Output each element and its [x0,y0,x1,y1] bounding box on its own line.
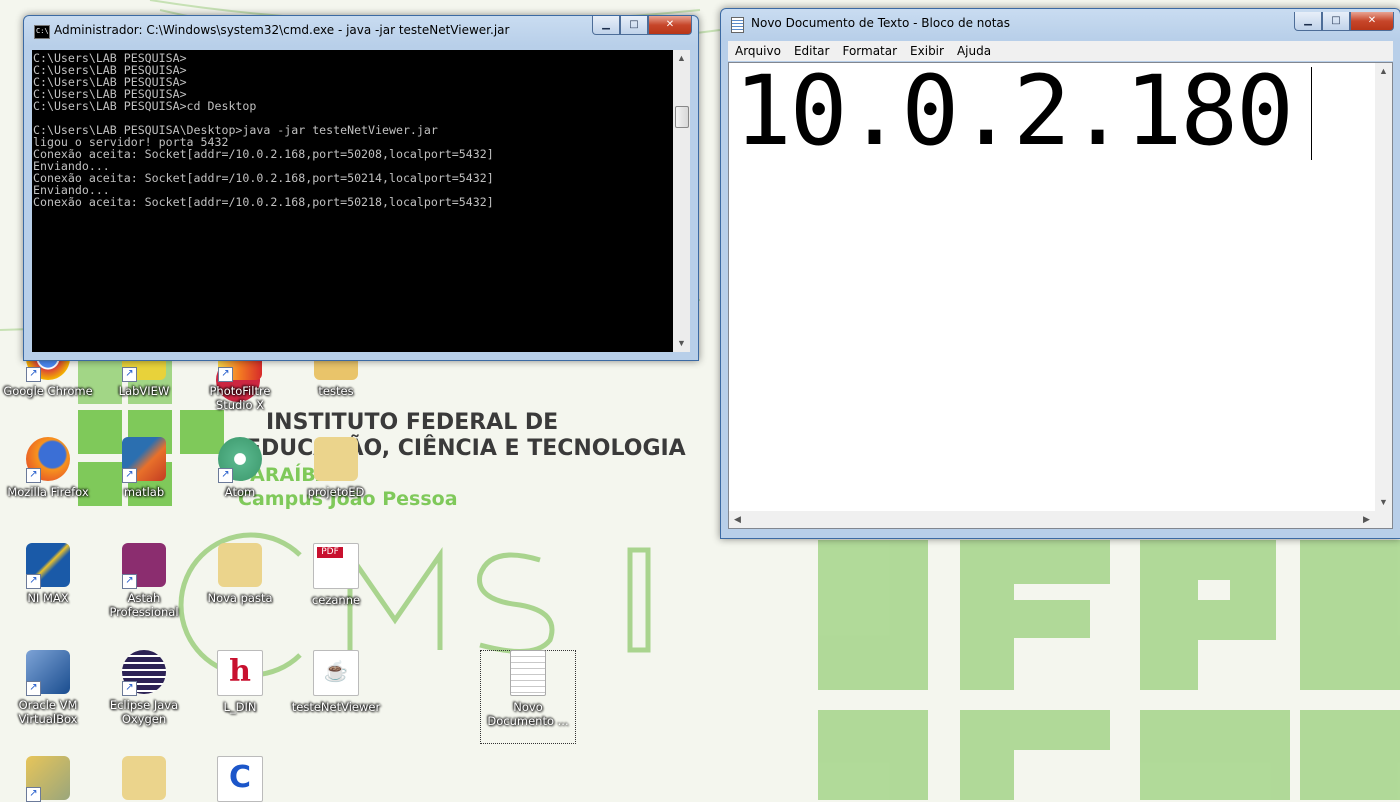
scroll-right-arrow-icon[interactable]: ▶ [1358,511,1375,528]
notepad-window-controls: ▁ □ ✕ [1294,12,1394,32]
virtualbox-icon: ↗ [26,650,70,696]
jar-file-icon: ☕ [313,650,359,696]
minimize-button[interactable]: ▁ [1294,12,1322,31]
pdf-icon: PDF [313,543,359,589]
h-file-icon: h [217,650,263,696]
desktop-icon-label: L_DIN [223,700,257,714]
desktop-icon-firefox[interactable]: ↗ Mozilla Firefox [0,437,96,499]
desktop-icon-mail[interactable]: ↗ [0,756,96,802]
maximize-button[interactable]: □ [1322,12,1350,31]
desktop-icon-label: Oracle VM VirtualBox [18,698,78,726]
folder-icon [314,437,358,481]
desktop-icon-label: Nova pasta [207,591,273,605]
desktop-icon-l-din[interactable]: h L_DIN [192,650,288,714]
scroll-down-arrow-icon[interactable]: ▼ [1375,494,1392,511]
text-caret [1311,67,1312,160]
desktop-icon-label: Astah Professional [109,591,179,619]
cmd-window[interactable]: C:\ Administrador: C:\Windows\system32\c… [23,15,699,361]
desktop-icon-label: Google Chrome [3,384,93,398]
cmd-scrollbar[interactable]: ▲ ▼ [673,50,690,352]
menu-exibir[interactable]: Exibir [904,44,950,58]
close-button[interactable]: ✕ [1350,12,1394,31]
desktop-icon-virtualbox[interactable]: ↗ Oracle VM VirtualBox [0,650,96,726]
desktop-icon-folder-bottom[interactable] [96,756,192,800]
desktop-icon-projetoed[interactable]: projetoED [288,437,384,499]
desktop-icon-matlab[interactable]: ↗ matlab [96,437,192,499]
scroll-left-arrow-icon[interactable]: ◀ [729,511,746,528]
cmd-title: Administrador: C:\Windows\system32\cmd.e… [54,23,510,37]
desktop-icon-c-file[interactable]: C [192,756,288,802]
desktop-icon-label: Mozilla Firefox [7,485,89,499]
scrollbar-corner [1375,511,1392,528]
maximize-button[interactable]: □ [620,16,648,35]
eclipse-icon: ↗ [122,650,166,696]
nimax-icon: ↗ [26,543,70,589]
notepad-menubar: Arquivo Editar Formatar Exibir Ajuda [728,41,1393,61]
desktop-icon-label: testeNetViewer [291,700,381,714]
notepad-vertical-scrollbar[interactable]: ▲ ▼ [1375,63,1392,511]
folder-icon [122,756,166,800]
desktop-icon-testenetviewer[interactable]: ☕ testeNetViewer [288,650,384,714]
cmd-titlebar[interactable]: C:\ Administrador: C:\Windows\system32\c… [24,16,698,46]
desktop-icon-nova-pasta[interactable]: Nova pasta [192,543,288,605]
notepad-icon [731,17,744,33]
desktop-icon-label: LabVIEW [118,384,170,398]
firefox-icon: ↗ [26,437,70,483]
cmd-console[interactable]: C:\Users\LAB PESQUISA> C:\Users\LAB PESQ… [32,50,679,352]
scroll-up-arrow-icon[interactable]: ▲ [673,50,690,67]
desktop-icon-label: Eclipse Java Oxygen [109,698,179,726]
astah-icon: ↗ [122,543,166,589]
cmd-output: C:\Users\LAB PESQUISA> C:\Users\LAB PESQ… [33,51,494,209]
mail-magnifier-icon: ↗ [26,756,70,802]
close-button[interactable]: ✕ [648,16,692,35]
desktop-icon-label: Atom [224,485,256,499]
notepad-horizontal-scrollbar[interactable]: ◀ ▶ [729,511,1375,528]
menu-editar[interactable]: Editar [788,44,836,58]
desktop-icon-label: Novo Documento ... [487,700,569,728]
notepad-window[interactable]: Novo Documento de Texto - Bloco de notas… [720,8,1400,539]
cmd-icon: C:\ [34,25,50,39]
desktop-icon-atom[interactable]: ↗ Atom [192,437,288,499]
notepad-title: Novo Documento de Texto - Bloco de notas [751,16,1011,30]
text-file-icon [510,650,546,696]
notepad-titlebar[interactable]: Novo Documento de Texto - Bloco de notas… [721,9,1400,39]
desktop-icon-nimax[interactable]: ↗ NI MAX [0,543,96,605]
scroll-down-arrow-icon[interactable]: ▼ [673,335,690,352]
scroll-thumb[interactable] [675,106,689,128]
folder-icon [218,543,262,587]
minimize-button[interactable]: ▁ [592,16,620,35]
desktop-icon-eclipse[interactable]: ↗ Eclipse Java Oxygen [96,650,192,726]
desktop-icon-label: projetoED [307,485,365,499]
atom-icon: ↗ [218,437,262,483]
menu-ajuda[interactable]: Ajuda [951,44,997,58]
desktop-icon-label: matlab [123,485,165,499]
matlab-icon: ↗ [122,437,166,483]
desktop-icon-label: cezanne [311,593,361,607]
menu-arquivo[interactable]: Arquivo [729,44,787,58]
desktop-icon-label: testes [318,384,354,398]
menu-formatar[interactable]: Formatar [836,44,903,58]
desktop-icon-cezanne[interactable]: PDF cezanne [288,543,384,607]
notepad-content: 10.0.2.180 [734,62,1294,167]
wallpaper-institution-line1: INSTITUTO FEDERAL DE [266,410,559,435]
notepad-text-area[interactable]: 10.0.2.180 ▲ ▼ ◀ ▶ [728,62,1393,529]
desktop-icon-astah[interactable]: ↗ Astah Professional [96,543,192,619]
desktop-icon-novo-documento[interactable]: Novo Documento ... [480,650,576,744]
c-file-icon: C [217,756,263,802]
scroll-up-arrow-icon[interactable]: ▲ [1375,63,1392,80]
desktop-icon-label: NI MAX [27,591,69,605]
desktop-icon-label: PhotoFiltre Studio X [209,384,271,412]
cmd-window-controls: ▁ □ ✕ [592,16,692,36]
